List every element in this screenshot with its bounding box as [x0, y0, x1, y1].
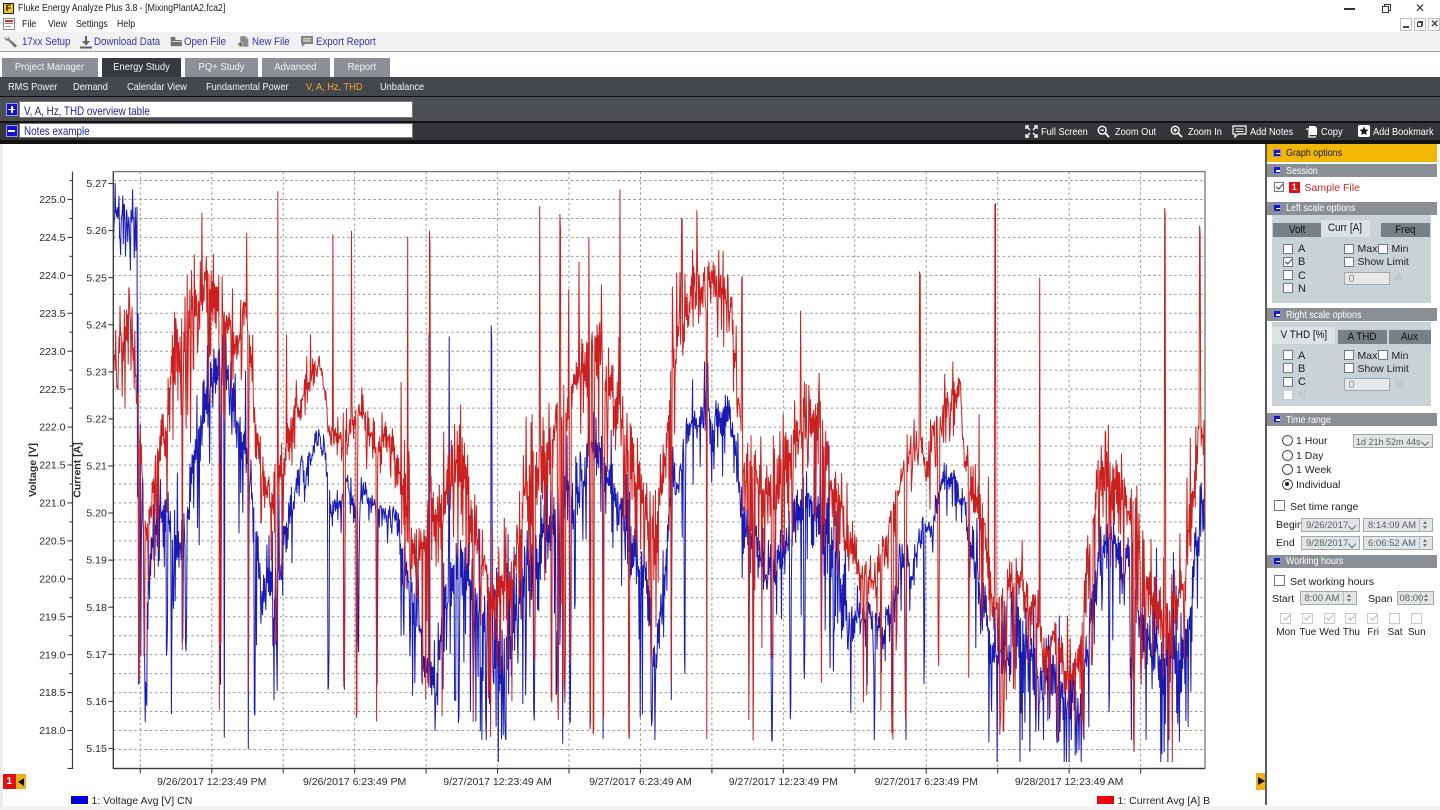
svg-text:5.21: 5.21	[86, 461, 107, 473]
svg-text:218.5: 218.5	[39, 687, 65, 699]
svg-text:5.26: 5.26	[86, 225, 107, 237]
svg-text:224.5: 224.5	[39, 232, 65, 244]
svg-text:5.23: 5.23	[86, 366, 107, 378]
svg-text:Voltage [V]: Voltage [V]	[27, 443, 39, 497]
svg-text:5.24: 5.24	[86, 319, 107, 331]
svg-text:9/27/2017 6:23:49 PM: 9/27/2017 6:23:49 PM	[875, 776, 978, 788]
svg-text:220.5: 220.5	[39, 535, 65, 547]
svg-text:5.25: 5.25	[86, 272, 107, 284]
svg-text:5.17: 5.17	[86, 649, 107, 661]
svg-text:5.18: 5.18	[86, 602, 107, 614]
svg-text:9/28/2017 12:23:49 AM: 9/28/2017 12:23:49 AM	[1015, 776, 1124, 788]
svg-text:218.0: 218.0	[39, 725, 65, 737]
svg-text:9/26/2017 6:23:49 PM: 9/26/2017 6:23:49 PM	[303, 776, 406, 788]
svg-text:224.0: 224.0	[39, 270, 65, 282]
svg-text:Current [A]: Current [A]	[72, 442, 84, 497]
svg-text:222.0: 222.0	[39, 422, 65, 434]
svg-text:223.5: 223.5	[39, 308, 65, 320]
svg-text:5.27: 5.27	[86, 178, 107, 190]
svg-text:9/27/2017 12:23:49 PM: 9/27/2017 12:23:49 PM	[729, 776, 838, 788]
svg-text:5.15: 5.15	[86, 743, 107, 755]
svg-text:5.16: 5.16	[86, 696, 107, 708]
svg-text:9/27/2017 6:23:49 AM: 9/27/2017 6:23:49 AM	[589, 776, 692, 788]
svg-text:9/26/2017 12:23:49 PM: 9/26/2017 12:23:49 PM	[157, 776, 266, 788]
svg-text:223.0: 223.0	[39, 346, 65, 358]
svg-text:5.19: 5.19	[86, 555, 107, 567]
svg-text:220.0: 220.0	[39, 573, 65, 585]
svg-text:221.5: 221.5	[39, 460, 65, 472]
svg-text:222.5: 222.5	[39, 384, 65, 396]
svg-text:221.0: 221.0	[39, 498, 65, 510]
svg-text:225.0: 225.0	[39, 194, 65, 206]
svg-text:5.22: 5.22	[86, 414, 107, 426]
svg-text:219.5: 219.5	[39, 611, 65, 623]
svg-text:219.0: 219.0	[39, 649, 65, 661]
svg-text:5.20: 5.20	[86, 508, 107, 520]
svg-text:9/27/2017 12:23:49 AM: 9/27/2017 12:23:49 AM	[443, 776, 552, 788]
